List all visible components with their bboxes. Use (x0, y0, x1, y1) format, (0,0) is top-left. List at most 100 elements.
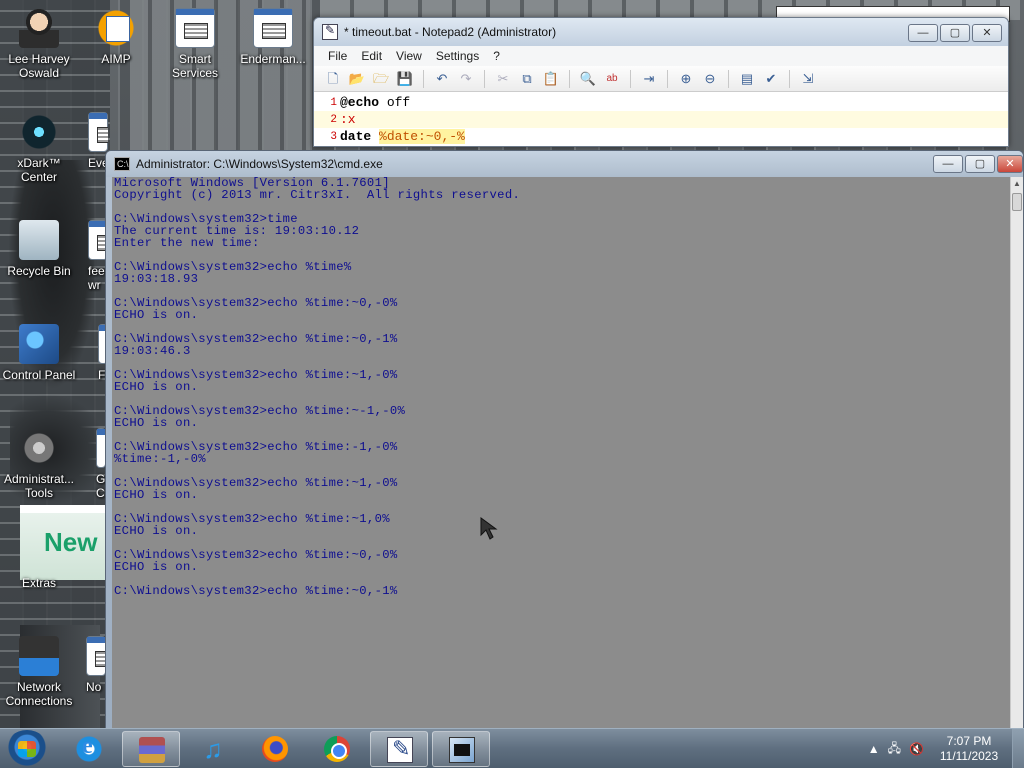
console-line: C:\Windows\system32>echo %time% (114, 260, 352, 274)
undo-icon[interactable]: ↶ (433, 70, 451, 88)
desktop-icon-recycle-bin[interactable]: Recycle Bin (1, 220, 77, 278)
desktop-icon-no[interactable]: No (78, 636, 108, 694)
desktop-icon-smart-services[interactable]: Smart Services (157, 8, 233, 80)
copy-icon[interactable]: ⧉ (518, 70, 536, 88)
taskbar-firefox[interactable] (246, 731, 304, 767)
menu-file[interactable]: File (328, 49, 347, 63)
desktop-icon-network-connections[interactable]: Network Connections (1, 636, 77, 708)
internet-explorer-icon (76, 733, 102, 762)
music-note-icon: ♫ (203, 734, 223, 764)
desktop-icon-fee[interactable]: fee wr (78, 220, 108, 292)
maximize-button[interactable]: ▢ (940, 24, 970, 42)
desktop-icon-label: Enderman... (240, 52, 306, 66)
clock[interactable]: 7:07 PM 11/11/2023 (932, 734, 1006, 764)
notepad2-toolbar: 🗋 📂 🗁 💾 ↶ ↷ ✂ ⧉ 📋 🔍 ab ⇥ ⊕ ⊖ ▤ ✔ ⇲ (314, 66, 1008, 92)
desktop-icon-label: Administrat... Tools (3, 472, 75, 500)
desktop-icon-eve[interactable]: Eve (78, 112, 108, 170)
paste-icon[interactable]: 📋 (542, 70, 560, 88)
console-line: C:\Windows\system32>echo %time:~0,-0% (114, 296, 398, 310)
console-line: C:\Windows\system32>echo %time:~1,0% (114, 512, 390, 526)
desktop-icon-label: AIMP (101, 52, 131, 66)
open-folder-icon[interactable]: 📂 (348, 70, 366, 88)
taskbar-music[interactable]: ♫ (184, 731, 242, 767)
desktop-icon-f[interactable]: F (78, 324, 108, 382)
cmd-window[interactable]: C:\ Administrator: C:\Windows\System32\c… (105, 150, 1024, 730)
code-text: off (379, 95, 411, 110)
desktop-icon-label: Control Panel (2, 368, 76, 382)
settings-icon[interactable]: ✔ (762, 70, 780, 88)
console-output: Microsoft Windows [Version 6.1.7601] Copy… (112, 177, 1012, 597)
show-hidden-icons-icon[interactable]: ▲ (868, 742, 880, 756)
goto-icon[interactable]: ⇥ (640, 70, 658, 88)
taskbar-cmd[interactable] (432, 731, 490, 767)
cut-icon[interactable]: ✂ (494, 70, 512, 88)
notepad2-menubar: File Edit View Settings ? (314, 46, 1008, 66)
desktop-icon-admin-tools[interactable]: Administrat... Tools (1, 428, 77, 500)
console-line: ECHO is on. (114, 308, 199, 322)
cmd-console[interactable]: Microsoft Windows [Version 6.1.7601] Copy… (112, 177, 1012, 729)
clock-date: 11/11/2023 (939, 749, 999, 763)
taskbar-notepad2[interactable] (370, 731, 428, 767)
notepad2-titlebar[interactable]: * timeout.bat - Notepad2 (Administrator)… (314, 18, 1008, 46)
desktop-icon-lee-harvey-oswald[interactable]: Lee Harvey Oswald (1, 8, 77, 80)
menu-edit[interactable]: Edit (361, 49, 382, 63)
save-icon[interactable]: 💾 (396, 70, 414, 88)
code-keyword: date (340, 129, 372, 144)
replace-icon[interactable]: ab (603, 70, 621, 88)
cmd-app-icon: C:\ (114, 157, 130, 171)
desktop-icon-g[interactable]: G C (78, 428, 108, 500)
toolbar-separator (484, 69, 485, 88)
minimize-button[interactable]: — (933, 155, 963, 173)
menu-settings[interactable]: Settings (436, 49, 479, 63)
desktop-icon-extras[interactable]: Extras (1, 532, 77, 590)
minimize-button[interactable]: — (908, 24, 938, 42)
taskbar-internet-explorer[interactable] (60, 731, 118, 767)
desktop-icon-label: Lee Harvey Oswald (8, 52, 70, 80)
desktop-icon-label: xDark™ Center (17, 156, 61, 184)
menu-help[interactable]: ? (493, 49, 500, 63)
console-line: Copyright (c) 2013 mr. Citr3xI. All righ… (114, 188, 521, 202)
notepad2-icon (387, 736, 413, 763)
cmd-titlebar[interactable]: C:\ Administrator: C:\Windows\System32\c… (106, 151, 1023, 177)
desktop-icon-label: Smart Services (171, 52, 218, 80)
zoom-in-icon[interactable]: ⊕ (677, 70, 695, 88)
desktop-icon-control-panel[interactable]: Control Panel (1, 324, 77, 382)
console-line: ECHO is on. (114, 488, 199, 502)
notepad2-window[interactable]: * timeout.bat - Notepad2 (Administrator)… (313, 17, 1009, 147)
redo-icon[interactable]: ↷ (457, 70, 475, 88)
desktop-icon-label: Network Connections (5, 680, 73, 708)
maximize-button[interactable]: ▢ (965, 155, 995, 173)
browse-icon[interactable]: 🗁 (372, 70, 390, 88)
menu-view[interactable]: View (396, 49, 422, 63)
scheme-icon[interactable]: ▤ (738, 70, 756, 88)
zoom-out-icon[interactable]: ⊖ (701, 70, 719, 88)
desktop-icon-enderman[interactable]: Enderman... (235, 8, 311, 66)
exit-icon[interactable]: ⇲ (799, 70, 817, 88)
cmd-scrollbar[interactable]: ▲ (1010, 177, 1023, 729)
taskbar-chrome[interactable] (308, 731, 366, 767)
start-button[interactable] (5, 730, 49, 768)
desktop-icon-aimp[interactable]: AIMP (78, 8, 154, 66)
notepad2-editor[interactable]: 1 @echo off 2 :x 3 date %date:~0,-% (314, 92, 1008, 146)
console-line: Enter the new time: (114, 236, 260, 250)
network-tray-icon[interactable]: 🖧 (888, 739, 901, 760)
chrome-icon (324, 736, 350, 762)
folder-icon (19, 532, 59, 572)
close-button[interactable]: ✕ (972, 24, 1002, 42)
scroll-up-icon[interactable]: ▲ (1011, 177, 1023, 191)
find-icon[interactable]: 🔍 (579, 70, 597, 88)
cmd-icon (449, 737, 475, 763)
person-icon (19, 8, 59, 48)
scrollbar-thumb[interactable] (1012, 193, 1022, 211)
taskbar-winrar[interactable] (122, 731, 180, 767)
network-icon (19, 636, 59, 676)
system-tray: ▲ 🖧 🔇 7:07 PM 11/11/2023 (868, 729, 1024, 768)
batch-file-icon (88, 112, 108, 152)
console-line: 19:03:46.3 (114, 344, 191, 358)
volume-muted-icon[interactable]: 🔇 (909, 742, 924, 756)
close-button[interactable]: ✕ (997, 155, 1023, 173)
show-desktop-button[interactable] (1012, 729, 1024, 768)
toolbar-separator (789, 69, 790, 88)
desktop-icon-xdark-center[interactable]: xDark™ Center (1, 112, 77, 184)
new-file-icon[interactable]: 🗋 (324, 70, 342, 88)
